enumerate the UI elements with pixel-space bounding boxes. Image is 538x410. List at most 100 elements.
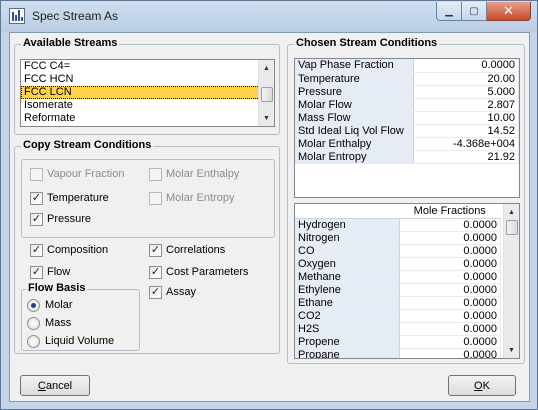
- check-icon: ✓: [30, 265, 43, 279]
- condition-row[interactable]: Pressure 5.000: [295, 85, 519, 99]
- condition-label: Vap Phase Fraction: [295, 59, 414, 73]
- mole-fraction-row[interactable]: Propane 0.0000: [295, 348, 501, 358]
- mole-fraction-row[interactable]: Oxygen 0.0000: [295, 257, 501, 271]
- mole-fractions-scrollbar[interactable]: ▲ ▼: [503, 204, 519, 358]
- list-item-selected[interactable]: FCC LCN: [21, 86, 274, 99]
- mole-fraction-row[interactable]: CO2 0.0000: [295, 309, 501, 323]
- radio-icon: [27, 334, 40, 348]
- scroll-down-icon[interactable]: ▼: [259, 110, 274, 126]
- condition-label: Pressure: [295, 85, 414, 99]
- close-icon: ✕: [503, 3, 514, 18]
- vapour-fraction-checkbox[interactable]: Vapour Fraction: [30, 166, 124, 182]
- condition-value[interactable]: 14.52: [413, 124, 519, 138]
- correlations-label: Correlations: [166, 244, 226, 256]
- available-streams-list[interactable]: FCC C4= FCC HCN FCC LCN Isomerate Reform…: [20, 59, 275, 127]
- mole-fraction-value[interactable]: 0.0000: [399, 309, 501, 323]
- cost-parameters-checkbox[interactable]: ✓ Cost Parameters: [149, 264, 249, 280]
- mole-fraction-row[interactable]: Hydrogen 0.0000: [295, 218, 501, 232]
- correlations-checkbox[interactable]: ✓ Correlations: [149, 242, 225, 258]
- condition-value[interactable]: -4.368e+004: [413, 137, 519, 151]
- list-item[interactable]: FCC HCN: [21, 73, 274, 86]
- component-label: Ethylene: [295, 283, 400, 297]
- condition-row[interactable]: Mass Flow 10.00: [295, 111, 519, 125]
- checkbox-icon: [30, 167, 43, 181]
- condition-value[interactable]: 2.807: [413, 98, 519, 112]
- mole-fraction-value[interactable]: 0.0000: [399, 335, 501, 349]
- component-label: H2S: [295, 322, 400, 336]
- mole-fraction-value[interactable]: 0.0000: [399, 218, 501, 232]
- condition-value[interactable]: 0.0000: [413, 59, 519, 73]
- mole-fraction-row[interactable]: CO 0.0000: [295, 244, 501, 258]
- mole-fraction-row[interactable]: Ethane 0.0000: [295, 296, 501, 310]
- checkbox-icon: [149, 191, 162, 205]
- mole-fraction-row[interactable]: Ethylene 0.0000: [295, 283, 501, 297]
- condition-value[interactable]: 5.000: [413, 85, 519, 99]
- temperature-label: Temperature: [47, 192, 109, 204]
- mole-fraction-value[interactable]: 0.0000: [399, 257, 501, 271]
- dialog-client-area: Available Streams FCC C4= FCC HCN FCC LC…: [9, 32, 530, 402]
- list-item[interactable]: Reformate: [21, 112, 274, 125]
- flow-label: Flow: [47, 266, 71, 278]
- condition-value[interactable]: 21.92: [413, 150, 519, 164]
- molar-enthalpy-checkbox[interactable]: Molar Enthalpy: [149, 166, 239, 182]
- pressure-label: Pressure: [47, 213, 92, 225]
- scroll-up-icon[interactable]: ▲: [259, 60, 274, 76]
- cancel-button[interactable]: Cancel: [20, 375, 90, 396]
- scroll-up-icon[interactable]: ▲: [504, 204, 519, 220]
- cost-parameters-label: Cost Parameters: [166, 266, 249, 278]
- chosen-conditions-title: Chosen Stream Conditions: [294, 37, 440, 49]
- scroll-thumb[interactable]: [506, 220, 518, 235]
- mole-fraction-value[interactable]: 0.0000: [399, 231, 501, 245]
- condition-row[interactable]: Vap Phase Fraction 0.0000: [295, 59, 519, 73]
- condition-row[interactable]: Molar Flow 2.807: [295, 98, 519, 112]
- mole-fraction-row[interactable]: Methane 0.0000: [295, 270, 501, 284]
- conditions-grid[interactable]: Vap Phase Fraction 0.0000 Temperature 20.00…: [294, 58, 520, 198]
- list-item[interactable]: Isomerate: [21, 99, 274, 112]
- ok-label: OK: [474, 379, 490, 392]
- window-title: Spec Stream As: [32, 9, 119, 23]
- conditions-table: Vap Phase Fraction 0.0000 Temperature 20.00…: [295, 59, 519, 164]
- minimize-icon: ▁: [445, 5, 453, 17]
- check-icon: ✓: [30, 243, 43, 257]
- title-bar[interactable]: Spec Stream As ▁ ▢ ✕: [1, 1, 537, 32]
- mole-fraction-value[interactable]: 0.0000: [399, 283, 501, 297]
- mole-fraction-value[interactable]: 0.0000: [399, 244, 501, 258]
- scroll-down-icon[interactable]: ▼: [504, 342, 519, 358]
- ok-button[interactable]: OK: [448, 375, 516, 396]
- maximize-button[interactable]: ▢: [462, 2, 487, 21]
- flow-checkbox[interactable]: ✓ Flow: [30, 264, 70, 280]
- composition-checkbox[interactable]: ✓ Composition: [30, 242, 108, 258]
- condition-row[interactable]: Molar Entropy 21.92: [295, 150, 519, 164]
- molar-entropy-label: Molar Entropy: [166, 192, 235, 204]
- mass-radio[interactable]: Mass: [27, 315, 71, 331]
- composition-label: Composition: [47, 244, 109, 256]
- close-button[interactable]: ✕: [487, 2, 531, 21]
- condition-row[interactable]: Temperature 20.00: [295, 72, 519, 86]
- mole-fraction-row[interactable]: H2S 0.0000: [295, 322, 501, 336]
- mole-fraction-row[interactable]: Nitrogen 0.0000: [295, 231, 501, 245]
- mole-fraction-row[interactable]: Propene 0.0000: [295, 335, 501, 349]
- molar-radio[interactable]: Molar: [27, 297, 73, 313]
- streams-scrollbar[interactable]: ▲ ▼: [258, 60, 274, 126]
- molar-entropy-checkbox[interactable]: Molar Entropy: [149, 190, 234, 206]
- flow-basis-group: Flow Basis Molar Mass Liquid Volume: [21, 282, 140, 351]
- temperature-checkbox[interactable]: ✓ Temperature: [30, 190, 109, 206]
- mole-fractions-grid[interactable]: Mole Fractions Hydrogen 0.0000 Nitrogen 0.0…: [294, 203, 520, 359]
- radio-icon: [27, 316, 40, 330]
- list-item[interactable]: FCC C4=: [21, 60, 274, 73]
- minimize-button[interactable]: ▁: [436, 2, 462, 21]
- mole-fraction-value[interactable]: 0.0000: [399, 270, 501, 284]
- component-label: Oxygen: [295, 257, 400, 271]
- liquid-volume-radio[interactable]: Liquid Volume: [27, 333, 114, 349]
- pressure-checkbox[interactable]: ✓ Pressure: [30, 211, 91, 227]
- mole-fraction-value[interactable]: 0.0000: [399, 348, 501, 358]
- condition-value[interactable]: 10.00: [413, 111, 519, 125]
- scroll-thumb[interactable]: [261, 87, 273, 102]
- condition-row[interactable]: Molar Enthalpy -4.368e+004: [295, 137, 519, 151]
- mole-fraction-value[interactable]: 0.0000: [399, 322, 501, 336]
- mole-fraction-value[interactable]: 0.0000: [399, 296, 501, 310]
- condition-row[interactable]: Std Ideal Liq Vol Flow 14.52: [295, 124, 519, 138]
- condition-value[interactable]: 20.00: [413, 72, 519, 86]
- component-label: CO2: [295, 309, 400, 323]
- assay-checkbox[interactable]: ✓ Assay: [149, 284, 196, 300]
